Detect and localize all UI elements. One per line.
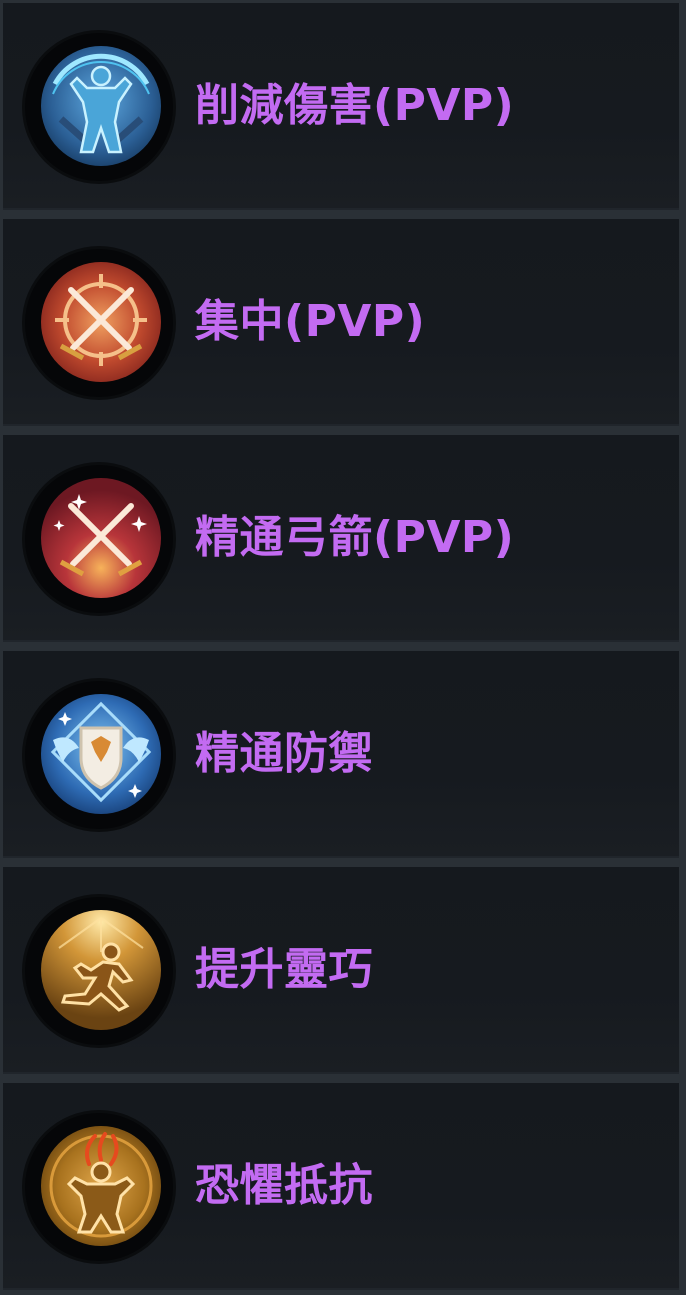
skill-row[interactable]: 精通弓箭(PVP) — [3, 435, 679, 642]
skill-row[interactable]: 削減傷害(PVP) — [3, 3, 679, 210]
skill-row[interactable]: 恐懼抵抗 — [3, 1083, 679, 1290]
winged-shield-icon — [25, 681, 173, 829]
skill-label: 提升靈巧 — [195, 944, 373, 995]
skill-label: 恐懼抵抗 — [195, 1160, 373, 1211]
warrior-stance-icon — [25, 33, 173, 181]
crossed-swords-target-icon — [25, 249, 173, 397]
skill-row[interactable]: 集中(PVP) — [3, 219, 679, 426]
crossed-swords-sparkle-icon — [25, 465, 173, 613]
dodging-figure-icon — [25, 897, 173, 1045]
skill-row[interactable]: 提升靈巧 — [3, 867, 679, 1074]
skill-label: 精通弓箭(PVP) — [195, 512, 515, 563]
skill-row[interactable]: 精通防禦 — [3, 651, 679, 858]
skill-label: 精通防禦 — [195, 728, 373, 779]
skill-label: 削減傷害(PVP) — [195, 80, 515, 131]
skill-label: 集中(PVP) — [195, 296, 426, 347]
skill-list: 削減傷害(PVP) 集中(PVP) 精通弓箭(PVP) 精通防禦 提升靈巧 恐懼… — [0, 0, 686, 1295]
fear-resist-figure-icon — [25, 1113, 173, 1261]
